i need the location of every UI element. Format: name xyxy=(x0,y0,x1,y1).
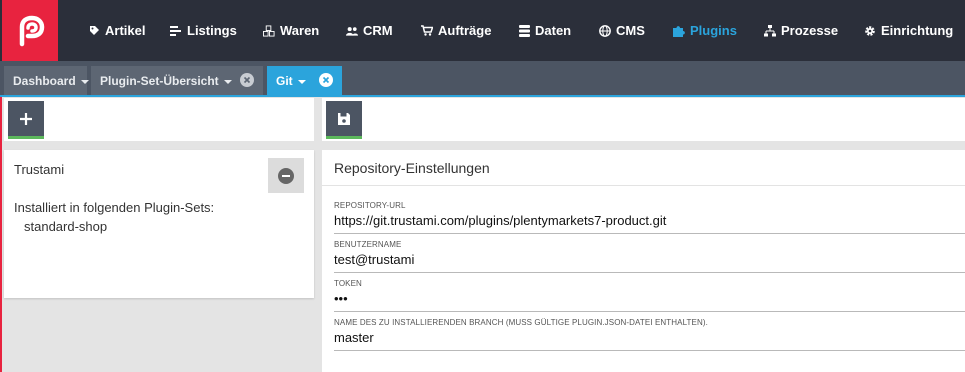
repository-toolbar xyxy=(322,98,965,141)
nav-label: Einrichtung xyxy=(881,23,954,38)
nav-label: CMS xyxy=(616,23,645,38)
nav-item-cms[interactable]: CMS xyxy=(599,0,645,61)
nav-label: Plugins xyxy=(690,23,737,38)
cart-icon xyxy=(421,25,433,37)
nav-item-einrichtung[interactable]: Einrichtung xyxy=(864,0,953,61)
repository-settings-card: Repository-Einstellungen REPOSITORY-URL … xyxy=(322,150,965,372)
top-navigation: Artikel Listings Waren CRM Aufträge Date… xyxy=(0,0,965,61)
gear-icon xyxy=(864,25,876,37)
puzzle-icon xyxy=(673,25,685,37)
repository-url-field[interactable]: REPOSITORY-URL https://git.trustami.com/… xyxy=(334,198,965,234)
users-icon xyxy=(346,25,358,37)
nav-label: Prozesse xyxy=(781,23,839,38)
field-label: TOKEN xyxy=(334,279,362,288)
chevron-down-icon[interactable] xyxy=(297,79,306,84)
plugin-card: Trustami Installiert in folgenden Plugin… xyxy=(4,150,314,298)
nav-item-waren[interactable]: Waren xyxy=(263,0,319,61)
sitemap-icon xyxy=(764,24,776,37)
minus-circle-icon xyxy=(278,167,294,184)
save-button[interactable] xyxy=(326,101,362,139)
token-field[interactable]: TOKEN ••• xyxy=(334,276,965,312)
nav-item-artikel[interactable]: Artikel xyxy=(88,0,145,61)
add-button[interactable] xyxy=(8,101,44,139)
field-value[interactable]: https://git.trustami.com/plugins/plentym… xyxy=(334,213,666,228)
plenty-logo-icon[interactable] xyxy=(2,0,58,61)
field-value[interactable]: ••• xyxy=(334,291,348,306)
save-icon xyxy=(338,112,350,125)
installed-in-label: Installiert in folgenden Plugin-Sets: xyxy=(14,200,215,215)
database-icon xyxy=(518,24,530,37)
nav-label: CRM xyxy=(363,23,393,38)
card-header: Repository-Einstellungen xyxy=(322,150,965,186)
nav-item-daten[interactable]: Daten xyxy=(518,0,571,61)
username-field[interactable]: BENUTZERNAME test@trustami xyxy=(334,237,965,273)
active-indicator xyxy=(8,136,44,139)
chevron-down-icon[interactable] xyxy=(223,79,232,84)
close-icon[interactable] xyxy=(319,73,333,87)
nav-item-listings[interactable]: Listings xyxy=(170,0,237,61)
nav-label: Aufträge xyxy=(438,23,492,38)
field-label: BENUTZERNAME xyxy=(334,240,402,249)
field-value[interactable]: master xyxy=(334,330,374,345)
field-value[interactable]: test@trustami xyxy=(334,252,414,267)
nav-item-auftraege[interactable]: Aufträge xyxy=(421,0,491,61)
active-indicator xyxy=(326,136,362,139)
tab-plugin-set-uebersicht[interactable]: Plugin-Set-Übersicht xyxy=(91,66,263,95)
nav-item-plugins[interactable]: Plugins xyxy=(673,0,737,61)
tab-dashboard[interactable]: Dashboard xyxy=(4,66,89,95)
plugin-set-item: standard-shop xyxy=(24,219,108,234)
tab-git[interactable]: Git xyxy=(267,66,342,95)
close-icon[interactable] xyxy=(240,73,254,87)
nav-item-crm[interactable]: CRM xyxy=(346,0,393,61)
nav-label: Daten xyxy=(535,23,572,38)
remove-plugin-button[interactable] xyxy=(268,158,304,193)
field-label: REPOSITORY-URL xyxy=(334,201,406,210)
branch-field[interactable]: NAME DES ZU INSTALLIERENDEN BRANCH (MUSS… xyxy=(334,315,965,351)
nav-label: Artikel xyxy=(105,23,146,38)
nav-label: Waren xyxy=(280,23,320,38)
field-label: NAME DES ZU INSTALLIERENDEN BRANCH (MUSS… xyxy=(334,318,708,327)
plus-icon xyxy=(20,112,32,125)
nav-item-prozesse[interactable]: Prozesse xyxy=(764,0,838,61)
card-title: Repository-Einstellungen xyxy=(334,160,490,176)
tab-label: Dashboard xyxy=(13,73,76,88)
tag-icon xyxy=(88,25,100,37)
plugin-toolbar xyxy=(4,98,314,141)
nav-label: Listings xyxy=(187,23,237,38)
globe-icon xyxy=(599,24,611,37)
cubes-icon xyxy=(263,24,275,37)
tab-label: Plugin-Set-Übersicht xyxy=(100,73,219,88)
tab-bar-accent-line xyxy=(0,95,965,97)
chevron-down-icon[interactable] xyxy=(80,79,89,84)
list-icon xyxy=(170,25,182,37)
tab-label: Git xyxy=(276,73,293,88)
plugin-name: Trustami xyxy=(14,162,65,177)
